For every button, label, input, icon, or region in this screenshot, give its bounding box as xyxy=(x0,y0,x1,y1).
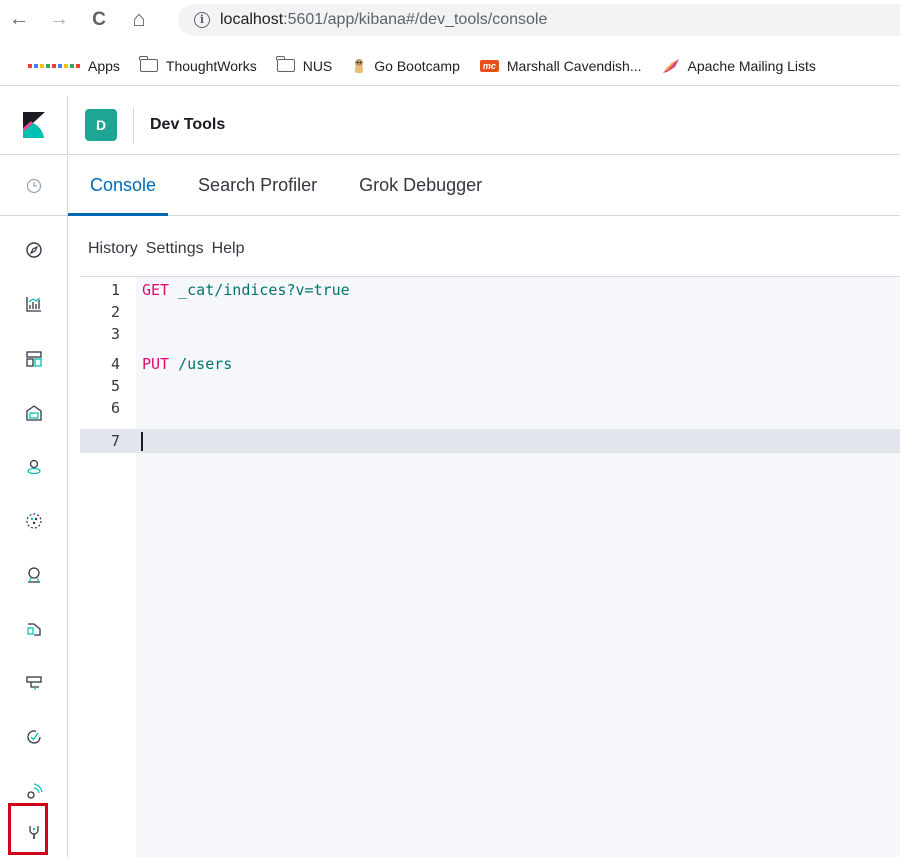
reload-icon[interactable]: C xyxy=(84,9,114,31)
folder-icon xyxy=(276,56,295,72)
browser-toolbar: ← → C ⌂ i localhost:5601/app/kibana#/dev… xyxy=(0,0,900,40)
kibana-logo[interactable] xyxy=(0,95,68,155)
tab-grok-debugger[interactable]: Grok Debugger xyxy=(359,156,482,215)
bookmark-label: Go Bootcamp xyxy=(374,57,460,74)
apps-grid-icon xyxy=(28,63,80,68)
siem-icon xyxy=(27,783,43,799)
mc-logo-icon: mc xyxy=(479,59,499,72)
nav-machine-learning[interactable] xyxy=(0,503,68,539)
text-cursor xyxy=(141,432,143,451)
maps-icon xyxy=(27,459,41,475)
clock-icon xyxy=(26,178,42,193)
nav-apm[interactable] xyxy=(0,665,68,701)
line-gutter: 1 2 3 4 5 6 xyxy=(80,277,136,857)
code-line[interactable]: GET _cat/indices?v=true xyxy=(142,279,350,301)
bookmark-label: NUS xyxy=(302,57,333,74)
apache-feather-icon xyxy=(662,58,680,74)
nav-infrastructure[interactable] xyxy=(0,557,68,593)
bookmark-label: ThoughtWorks xyxy=(165,57,257,74)
code-line[interactable]: PUT /users xyxy=(142,353,232,375)
compass-icon xyxy=(26,242,42,258)
active-line-highlight xyxy=(80,429,900,453)
side-nav xyxy=(0,156,68,857)
nav-visualize[interactable] xyxy=(0,286,68,322)
visualize-icon xyxy=(26,297,41,312)
highlight-annotation xyxy=(8,803,48,855)
home-icon[interactable]: ⌂ xyxy=(124,6,154,32)
gopher-icon xyxy=(352,57,366,75)
apm-icon xyxy=(26,676,42,690)
url-host: localhost xyxy=(220,11,284,28)
infrastructure-icon xyxy=(28,567,40,583)
dev-tools-tabs: Console Search Profiler Grok Debugger xyxy=(67,156,900,216)
forward-arrow-icon[interactable]: → xyxy=(44,8,74,31)
bookmark-label: Marshall Cavendish... xyxy=(506,57,642,74)
help-link[interactable]: Help xyxy=(212,240,245,258)
console-menu: History Settings Help xyxy=(88,240,245,258)
tab-search-profiler[interactable]: Search Profiler xyxy=(198,156,317,215)
line-number: 2 xyxy=(110,303,120,321)
code-area[interactable]: GET _cat/indices?v=true PUT /users xyxy=(136,277,900,857)
nav-maps[interactable] xyxy=(0,449,68,485)
back-arrow-icon[interactable]: ← xyxy=(4,8,34,31)
kibana-header: D Dev Tools xyxy=(0,95,900,155)
nav-canvas[interactable] xyxy=(0,395,68,431)
folder-icon xyxy=(139,56,158,72)
line-number: 6 xyxy=(110,399,120,417)
bookmark-go-bootcamp[interactable]: Go Bootcamp xyxy=(352,57,460,75)
nav-uptime[interactable] xyxy=(0,719,68,755)
canvas-icon xyxy=(26,405,42,421)
nav-logs[interactable] xyxy=(0,611,68,647)
space-avatar[interactable]: D xyxy=(85,109,117,141)
http-method: GET xyxy=(142,281,170,299)
page-title: Dev Tools xyxy=(150,116,226,133)
bookmark-nus[interactable]: NUS xyxy=(276,56,333,74)
uptime-icon xyxy=(27,730,41,744)
site-info-icon[interactable]: i xyxy=(194,12,210,28)
bookmark-marshall-cavendish[interactable]: mc Marshall Cavendish... xyxy=(479,57,642,74)
dashboard-icon xyxy=(26,351,42,367)
http-method: PUT xyxy=(142,355,170,373)
header-divider xyxy=(133,107,134,143)
tab-console[interactable]: Console xyxy=(67,156,169,216)
recent-items-button[interactable] xyxy=(0,156,68,216)
ml-icon xyxy=(26,513,42,529)
request-path: /users xyxy=(178,355,233,373)
kibana-logo-icon xyxy=(22,112,45,138)
bookmark-apache-mailing-lists[interactable]: Apache Mailing Lists xyxy=(662,58,816,74)
bookmark-label: Apps xyxy=(88,57,120,74)
nav-dashboard[interactable] xyxy=(0,341,68,377)
bookmarks-bar: Apps ThoughtWorks NUS Go Bootcamp mc Mar… xyxy=(0,46,900,86)
line-number: 5 xyxy=(110,377,120,395)
bookmark-thoughtworks[interactable]: ThoughtWorks xyxy=(139,56,257,74)
line-number: 7 xyxy=(110,432,120,450)
console-editor[interactable]: 1 2 3 4 5 6 GET _cat/indices?v=true PUT … xyxy=(80,276,900,857)
logs-icon xyxy=(27,623,41,636)
address-bar[interactable]: i localhost:5601/app/kibana#/dev_tools/c… xyxy=(178,4,900,36)
line-number: 4 xyxy=(110,355,120,373)
settings-link[interactable]: Settings xyxy=(146,240,204,258)
nav-discover[interactable] xyxy=(0,232,68,268)
bookmark-apps[interactable]: Apps xyxy=(28,58,120,74)
line-number: 3 xyxy=(110,325,120,343)
history-link[interactable]: History xyxy=(88,240,138,258)
bookmark-label: Apache Mailing Lists xyxy=(687,57,816,74)
url-path: :5601/app/kibana#/dev_tools/console xyxy=(283,11,548,28)
line-number: 1 xyxy=(110,281,120,299)
request-path: _cat/indices?v=true xyxy=(178,281,350,299)
